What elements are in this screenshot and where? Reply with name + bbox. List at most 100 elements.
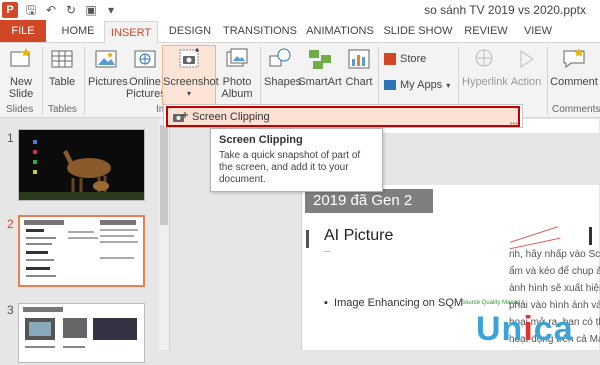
tab-insert[interactable]: INSERT	[104, 21, 158, 43]
group-label-comments: Comments	[552, 104, 600, 115]
separator	[84, 47, 85, 115]
action-label: Action	[510, 76, 542, 88]
tab-view[interactable]: VIEW	[516, 20, 560, 42]
tab-slide-show[interactable]: SLIDE SHOW	[380, 20, 456, 42]
smartart-icon	[309, 50, 331, 69]
comment-label: Comment	[550, 76, 598, 88]
quick-access-toolbar: P 🖫 ↶ ↻ ▣ ▾	[2, 2, 118, 18]
screen-clipping-icon	[173, 112, 188, 122]
slide-2-preview	[24, 220, 138, 277]
store-label: Store	[400, 53, 427, 65]
chevron-down-icon: ▾	[446, 80, 451, 90]
slide-3-preview	[23, 307, 137, 348]
photo-album-icon	[226, 48, 248, 67]
redo-icon[interactable]: ↻	[64, 3, 78, 17]
table-icon	[51, 50, 73, 68]
separator	[42, 47, 43, 115]
store-button[interactable]: Store	[384, 53, 426, 65]
table-button[interactable]: Table	[46, 47, 78, 88]
action-button[interactable]: Action	[508, 47, 544, 88]
chart-icon	[348, 49, 370, 69]
text-cursor-bar	[589, 227, 592, 245]
comment-button[interactable]: Comment	[550, 47, 598, 88]
table-label: Table	[48, 76, 76, 88]
thumbnail-number: 1	[7, 131, 14, 145]
hyperlink-icon	[475, 49, 493, 67]
new-slide-label: New	[9, 76, 32, 88]
title-accent-bar	[306, 230, 309, 248]
slide-header-box[interactable]: 2019 đã Gen 2	[305, 189, 433, 213]
chart-label: Chart	[345, 76, 373, 88]
bullet-text[interactable]: ▪ Image Enhancing on SQM	[324, 297, 463, 309]
online-pictures-button[interactable]: Online Pictures	[126, 47, 166, 100]
watermark-part-3: ca	[533, 310, 574, 348]
camera-icon	[179, 48, 199, 68]
online-pictures-label-2: Pictures	[126, 88, 166, 100]
tab-home[interactable]: HOME	[50, 20, 106, 42]
scrollbar-thumb[interactable]	[160, 125, 168, 225]
my-apps-button[interactable]: My Apps ▾	[384, 79, 450, 91]
group-label-slides: Slides	[6, 104, 34, 115]
powerpoint-logo-icon: P	[2, 2, 18, 18]
ribbon-tabs: FILE HOME INSERT DESIGN TRANSITIONS ANIM…	[0, 20, 600, 43]
title-bar: P 🖫 ↶ ↻ ▣ ▾ so sánh TV 2019 vs 2020.pptx	[0, 0, 600, 20]
unica-watermark-logo: Unica	[476, 310, 574, 349]
photo-album-label-2: Album	[221, 88, 253, 100]
screen-clipping-label: Screen Clipping	[192, 111, 270, 123]
side-text-line: nh, hãy nhấp vào Scre	[509, 249, 600, 260]
customize-qat-icon[interactable]: ▾	[104, 3, 118, 17]
hyperlink-button[interactable]: Hyperlink	[462, 47, 508, 88]
photo-album-label: Photo	[222, 76, 252, 88]
bullet-icon: ▪	[324, 297, 335, 309]
bullet-label: Image Enhancing on SQM	[334, 297, 464, 309]
action-icon	[520, 50, 534, 68]
group-label-tables: Tables	[48, 104, 77, 115]
presentation-icon[interactable]: ▣	[84, 3, 98, 17]
new-slide-icon	[10, 48, 31, 67]
tab-file[interactable]: FILE	[0, 20, 46, 42]
slide-thumbnail-1[interactable]	[18, 129, 145, 201]
new-slide-button[interactable]: New Slide	[4, 47, 38, 100]
window-title: so sánh TV 2019 vs 2020.pptx	[424, 3, 586, 17]
side-text-line: ành hình sẽ xuất hiện tr	[509, 283, 600, 294]
screen-clipping-menu-item[interactable]: Screen Clipping	[166, 106, 520, 127]
slide-thumbnail-pane: 1 2 3	[0, 119, 170, 363]
screenshot-button[interactable]: Screenshot ▾	[163, 47, 219, 100]
watermark-part-2: i	[523, 310, 534, 348]
photo-album-button[interactable]: Photo Album	[218, 47, 256, 100]
my-apps-label: My Apps	[400, 79, 443, 91]
chevron-down-icon: ▾	[186, 89, 191, 98]
side-text-line: ẩm và kéo để chụp ảnh	[509, 266, 600, 277]
tab-review[interactable]: REVIEW	[458, 20, 514, 42]
watermark-part-1: Un	[476, 310, 524, 348]
shapes-button[interactable]: Shapes	[264, 47, 302, 88]
tab-design[interactable]: DESIGN	[160, 20, 220, 42]
online-pictures-icon	[134, 50, 156, 68]
comment-icon	[563, 48, 585, 69]
pictures-label: Pictures	[88, 76, 128, 88]
smartart-label: SmartArt	[298, 76, 342, 88]
thumbnail-number: 3	[7, 303, 14, 317]
separator	[547, 47, 548, 115]
tooltip-title: Screen Clipping	[219, 134, 303, 146]
save-icon[interactable]: 🖫	[24, 3, 38, 17]
chart-button[interactable]: Chart	[344, 47, 374, 88]
slide-subtitle: —	[324, 249, 330, 255]
tab-animations[interactable]: ANIMATIONS	[302, 20, 378, 42]
resize-grip-icon[interactable]: •••	[510, 119, 518, 128]
screenshot-dropdown: Screen Clipping •••	[163, 104, 523, 128]
slide-thumbnail-3[interactable]	[18, 303, 145, 363]
smartart-button[interactable]: SmartArt	[298, 47, 342, 88]
deer-image	[19, 130, 144, 200]
shapes-label: Shapes	[264, 76, 302, 88]
slide-title[interactable]: AI Picture	[324, 227, 393, 245]
hyperlink-label: Hyperlink	[462, 76, 508, 88]
thumbnail-scrollbar[interactable]	[159, 119, 169, 350]
tab-transitions[interactable]: TRANSITIONS	[220, 20, 300, 42]
undo-icon[interactable]: ↶	[44, 3, 58, 17]
thumbnail-number: 2	[7, 217, 14, 231]
pictures-button[interactable]: Pictures	[88, 47, 128, 88]
store-icon	[384, 53, 396, 65]
slide-thumbnail-2[interactable]	[18, 215, 145, 287]
screenshot-label: Screenshot	[163, 76, 219, 88]
